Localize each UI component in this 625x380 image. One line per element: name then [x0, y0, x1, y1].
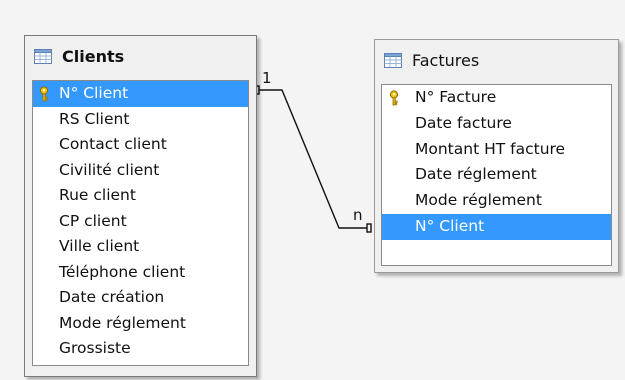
- clients-table-title: Clients: [62, 47, 125, 66]
- cardinality-many-label: n: [353, 206, 363, 224]
- field-row[interactable]: Montant HT facture: [382, 137, 611, 163]
- field-row[interactable]: Mode réglement: [382, 188, 611, 214]
- field-row[interactable]: RS Client: [33, 107, 248, 133]
- factures-key-field[interactable]: N° Facture: [382, 85, 611, 111]
- field-row[interactable]: Ville client: [33, 234, 248, 260]
- table-grid-icon: [384, 53, 402, 68]
- clients-field-list[interactable]: N° Client RS Client Contact client Civil…: [32, 80, 249, 366]
- field-row[interactable]: Téléphone client: [33, 260, 248, 286]
- field-label: Civilité client: [59, 160, 160, 179]
- field-label: Date création: [59, 288, 165, 306]
- field-label: Grossiste: [59, 339, 131, 357]
- field-label: Rue client: [59, 186, 136, 204]
- field-label: CP client: [59, 211, 127, 230]
- field-row[interactable]: Contact client: [33, 132, 248, 158]
- field-label: Date facture: [415, 113, 512, 132]
- field-label: Montant HT facture: [415, 139, 566, 158]
- field-label: N° Facture: [415, 88, 497, 106]
- factures-foreign-key-field[interactable]: N° Client: [382, 213, 611, 240]
- field-row[interactable]: Date facture: [382, 111, 611, 137]
- field-row[interactable]: CP client: [33, 209, 248, 235]
- field-row[interactable]: Rue client: [33, 183, 248, 209]
- key-icon: [389, 90, 399, 106]
- field-label: Date réglement: [415, 165, 537, 184]
- field-row[interactable]: Grossiste: [33, 336, 248, 362]
- clients-table-window[interactable]: Clients N° Client RS Client Contact clie…: [24, 35, 257, 377]
- field-label: Mode réglement: [59, 313, 186, 332]
- cardinality-one-label: 1: [262, 69, 272, 87]
- key-icon: [39, 86, 49, 102]
- factures-table-title: Factures: [412, 51, 480, 70]
- factures-table-window[interactable]: Factures N° Facture Date facture Montant…: [374, 39, 619, 273]
- clients-title-bar[interactable]: Clients: [25, 36, 256, 78]
- field-row[interactable]: Date création: [33, 285, 248, 311]
- field-label: Contact client: [59, 135, 167, 153]
- field-label: Ville client: [59, 237, 140, 255]
- field-label: Téléphone client: [59, 262, 186, 281]
- factures-title-bar[interactable]: Factures: [375, 40, 618, 82]
- field-label: N° Client: [415, 216, 485, 235]
- factures-field-list[interactable]: N° Facture Date facture Montant HT factu…: [381, 84, 612, 266]
- clients-key-field[interactable]: N° Client: [33, 81, 248, 107]
- table-grid-icon: [34, 49, 52, 64]
- field-label: RS Client: [59, 109, 130, 128]
- field-label: Mode réglement: [415, 191, 542, 210]
- field-label: N° Client: [59, 84, 129, 102]
- field-row[interactable]: Date réglement: [382, 162, 611, 188]
- field-row[interactable]: Mode réglement: [33, 311, 248, 337]
- field-row[interactable]: Civilité client: [33, 158, 248, 184]
